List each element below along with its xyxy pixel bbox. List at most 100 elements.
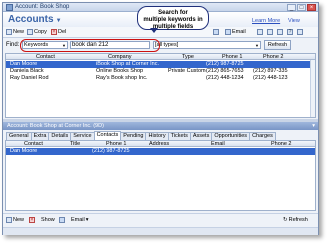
column-header-phone1[interactable]: Phone 1 <box>222 54 243 60</box>
close-button[interactable]: × <box>307 4 316 11</box>
account-window: Account: Book Shop _ □ × Accounts ▼ Learn… <box>2 2 319 235</box>
new-icon <box>6 29 12 35</box>
delete-icon: × <box>29 217 35 223</box>
refresh-icon: ↻ <box>283 217 288 223</box>
cell-contact: Daniela Black <box>10 68 44 74</box>
new-icon <box>6 217 12 223</box>
window-title: Account: Book Shop <box>15 4 70 10</box>
column-header-phone2[interactable]: Phone 2 <box>263 54 284 60</box>
tab-contacts[interactable]: Contacts <box>93 131 122 140</box>
email-contact-button[interactable]: Email ▾ <box>71 217 89 223</box>
grid-header: Contact Title Phone 1 Address Email Phon… <box>6 141 315 147</box>
type-filter-select[interactable]: [all types] ▼ <box>153 41 261 49</box>
tab-extra[interactable]: Extra <box>30 132 50 140</box>
tab-history[interactable]: History <box>145 132 169 140</box>
new-label: New <box>13 29 25 35</box>
learn-more-link[interactable]: Learn More <box>252 18 280 24</box>
column-header-contact[interactable]: Contact <box>24 141 43 147</box>
table-row[interactable]: Dan Moore (212) 987-8725 <box>6 148 315 155</box>
accounts-grid: Contact Company Type Phone 1 Phone 2 Dan… <box>5 53 316 118</box>
find-label: Find: <box>6 42 20 48</box>
help-button[interactable]: ? <box>287 29 293 35</box>
cell-contact: Dan Moore <box>10 61 38 67</box>
column-header-type[interactable]: Type <box>182 54 194 60</box>
column-header-phone2[interactable]: Phone 2 <box>271 141 292 147</box>
cell-contact: Ray Daniel Rod <box>10 75 49 81</box>
refresh-label: Refresh <box>288 217 308 223</box>
maximize-button[interactable]: □ <box>297 4 306 11</box>
settings-button[interactable] <box>257 29 263 35</box>
grid-header: Contact Company Type Phone 1 Phone 2 <box>6 54 315 60</box>
tab-charges[interactable]: Charges <box>249 132 276 140</box>
tab-service[interactable]: Service <box>70 132 95 140</box>
chevron-down-icon: ▼ <box>55 18 62 24</box>
options-button[interactable] <box>297 29 303 35</box>
email-button[interactable]: Email <box>225 29 246 35</box>
cell-phone1: (212) 448-1234 <box>206 75 244 81</box>
column-header-title[interactable]: Title <box>70 141 80 147</box>
delete-icon: × <box>51 29 57 35</box>
cell-phone1: (212) 987-8725 <box>206 61 244 67</box>
chevron-down-icon: ▼ <box>255 43 259 48</box>
column-header-address[interactable]: Address <box>149 141 169 147</box>
app-icon <box>6 4 13 11</box>
table-row[interactable]: Dan Moore iBook Shop at Corner Inc. (212… <box>6 61 315 68</box>
table-row[interactable]: Ray Daniel Rod Ray's Book shop Inc. (212… <box>6 75 315 82</box>
tab-general[interactable]: General <box>6 132 32 140</box>
table-row[interactable]: Daniela Black Online Books Shop Private … <box>6 68 315 75</box>
delete-label: Del <box>58 29 67 35</box>
pin-icon[interactable]: ▾ <box>312 122 315 130</box>
column-header-phone1[interactable]: Phone 1 <box>106 141 127 147</box>
print-icon <box>213 29 219 35</box>
callout-pointer <box>150 28 158 33</box>
help-icon: ? <box>287 29 293 35</box>
subpanel-title: Account: Book Shop at Corner Inc. (9D) <box>7 123 104 129</box>
column-header-contact[interactable]: Contact <box>36 54 55 60</box>
refresh-contacts-button[interactable]: ↻ Refresh <box>283 217 308 223</box>
vertical-scrollbar[interactable] <box>310 60 315 117</box>
cell-company: iBook Shop at Corner Inc. <box>96 61 159 67</box>
copy-icon <box>27 29 33 35</box>
calendar-icon <box>267 29 273 35</box>
cell-phone1: (212) 865-7653 <box>206 68 244 74</box>
tab-details[interactable]: Details <box>48 132 72 140</box>
gear-icon <box>257 29 263 35</box>
status-bar <box>3 227 318 235</box>
copy-label: Copy <box>34 29 47 35</box>
view-menu[interactable]: View <box>288 18 300 24</box>
accounts-title-dropdown[interactable]: Accounts ▼ <box>8 14 62 25</box>
tab-assets[interactable]: Assets <box>189 132 213 140</box>
print-contact-button[interactable] <box>59 217 65 223</box>
column-header-email[interactable]: Email <box>211 141 225 147</box>
find-bar: Find: Keywords ▼ book dan 212 [all types]… <box>3 39 318 52</box>
tab-opportunities[interactable]: Opportunities <box>211 132 251 140</box>
bottom-toolbar: New × Show Email ▾ ↻ Refresh <box>3 213 318 226</box>
callout-line: multiple keywords in <box>143 17 203 23</box>
tab-tickets[interactable]: Tickets <box>167 132 191 140</box>
delete-contact-button[interactable]: × <box>29 217 35 223</box>
email-label: Email <box>232 29 246 35</box>
refresh-button[interactable]: Refresh <box>264 40 291 50</box>
highlight-ring <box>20 39 160 52</box>
copy-button[interactable]: Copy <box>27 29 47 35</box>
cell-phone1: (212) 987-8725 <box>92 148 130 154</box>
accounts-title: Accounts <box>8 14 54 25</box>
column-header-company[interactable]: Company <box>108 54 132 60</box>
new-contact-button[interactable]: New <box>6 217 24 223</box>
calendar-button[interactable] <box>267 29 273 35</box>
delete-button[interactable]: × Del <box>51 29 66 35</box>
callout-line: multiple fields <box>152 24 194 30</box>
contacts-grid: Contact Title Phone 1 Address Email Phon… <box>5 140 316 211</box>
print-button[interactable] <box>213 29 219 35</box>
cell-phone2: (212) 448-123 <box>253 75 288 81</box>
new-button[interactable]: New <box>6 29 24 35</box>
chevron-down-icon: ▾ <box>85 217 89 223</box>
email-label: Email <box>71 217 85 223</box>
lock-button[interactable] <box>277 29 283 35</box>
tab-pending[interactable]: Pending <box>120 132 147 140</box>
show-button[interactable]: Show <box>41 217 55 223</box>
cell-contact: Dan Moore <box>10 148 38 154</box>
email-icon <box>225 29 231 35</box>
minimize-button[interactable]: _ <box>287 4 296 11</box>
cell-company: Ray's Book shop Inc. <box>96 75 148 81</box>
